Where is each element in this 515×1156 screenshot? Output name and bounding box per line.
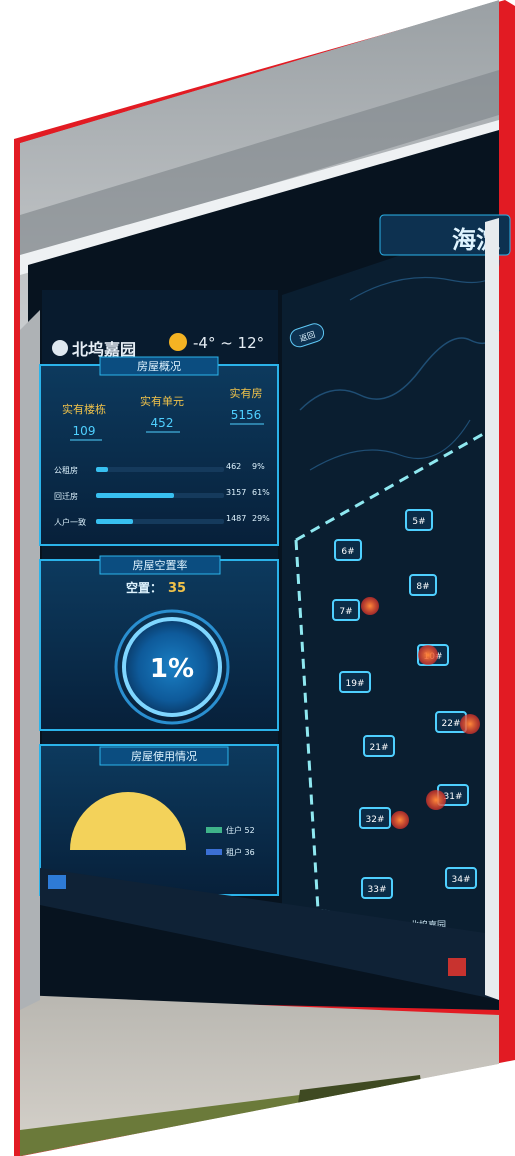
vacancy-rate: 1% bbox=[150, 654, 194, 684]
row-value: 3157 bbox=[226, 488, 246, 497]
building-label: 8# bbox=[416, 582, 429, 592]
building-marker: 21# bbox=[363, 735, 395, 757]
building-marker: 8# bbox=[409, 574, 437, 596]
row-label: 人户一致 bbox=[54, 517, 86, 527]
legend-label-tenant: 租户 36 bbox=[226, 847, 255, 857]
row-label: 公租房 bbox=[54, 465, 78, 475]
building-marker: 33# bbox=[361, 877, 393, 899]
building-label: 7# bbox=[339, 607, 352, 617]
building-marker: 5# bbox=[405, 509, 433, 531]
building-label: 6# bbox=[341, 547, 354, 557]
photo-scene: 北坞嘉园 -4° ~ 12° 房屋概况 实有楼栋 实有单元 实有房 109 45… bbox=[14, 0, 515, 1156]
row-bar bbox=[96, 467, 108, 472]
row-label: 回迁房 bbox=[54, 491, 78, 501]
taskbar-app-icon bbox=[448, 958, 466, 976]
panel-usage-title: 房屋使用情况 bbox=[131, 750, 197, 763]
building-label: 5# bbox=[412, 517, 425, 527]
row-percent: 9% bbox=[252, 462, 265, 471]
stat-value-units: 452 bbox=[151, 416, 174, 430]
building-label: 31# bbox=[444, 792, 463, 802]
legend-swatch-resident bbox=[206, 827, 222, 833]
building-label: 34# bbox=[452, 875, 471, 885]
panel-usage: 房屋使用情况 住户 52 租户 36 bbox=[39, 744, 279, 896]
building-marker: 6# bbox=[334, 539, 362, 561]
stat-label-buildings: 实有楼栋 bbox=[62, 402, 106, 416]
location-icon bbox=[52, 340, 68, 356]
temperature-text: -4° ~ 12° bbox=[193, 334, 264, 352]
row-value: 1487 bbox=[226, 514, 246, 523]
building-label: 33# bbox=[368, 885, 387, 895]
vacant-value: 35 bbox=[168, 581, 186, 596]
row-bar bbox=[96, 493, 174, 498]
stat-label-units: 实有单元 bbox=[140, 394, 184, 408]
panel-housing-title: 房屋概况 bbox=[137, 360, 181, 373]
building-label: 21# bbox=[370, 743, 389, 753]
row-percent: 29% bbox=[252, 514, 270, 523]
building-label: 22# bbox=[442, 719, 461, 729]
stat-value-rooms: 5156 bbox=[231, 408, 262, 422]
building-label: 19# bbox=[346, 679, 365, 689]
panel-vacancy: 房屋空置率 空置： 35 1% bbox=[39, 555, 279, 731]
legend-label-resident: 住户 52 bbox=[226, 825, 255, 835]
panel-housing: 房屋概况 实有楼栋 实有单元 实有房 109 452 5156 公租房 462 … bbox=[39, 356, 279, 546]
stat-value-buildings: 109 bbox=[73, 424, 96, 438]
building-marker: 7# bbox=[332, 599, 360, 621]
location-text: 北坞嘉园 bbox=[72, 340, 136, 359]
stat-label-rooms: 实有房 bbox=[230, 386, 263, 400]
vacant-label: 空置： bbox=[126, 580, 162, 595]
legend-swatch-tenant bbox=[206, 849, 222, 855]
sun-icon bbox=[169, 333, 187, 351]
building-marker: 32# bbox=[359, 807, 391, 829]
start-icon bbox=[48, 875, 66, 889]
building-marker: 19# bbox=[339, 671, 371, 693]
panel-vacancy-title: 房屋空置率 bbox=[133, 558, 188, 572]
building-label: 32# bbox=[366, 815, 385, 825]
row-percent: 61% bbox=[252, 488, 270, 497]
row-bar bbox=[96, 519, 133, 524]
building-marker: 34# bbox=[445, 867, 477, 889]
row-value: 462 bbox=[226, 462, 241, 471]
